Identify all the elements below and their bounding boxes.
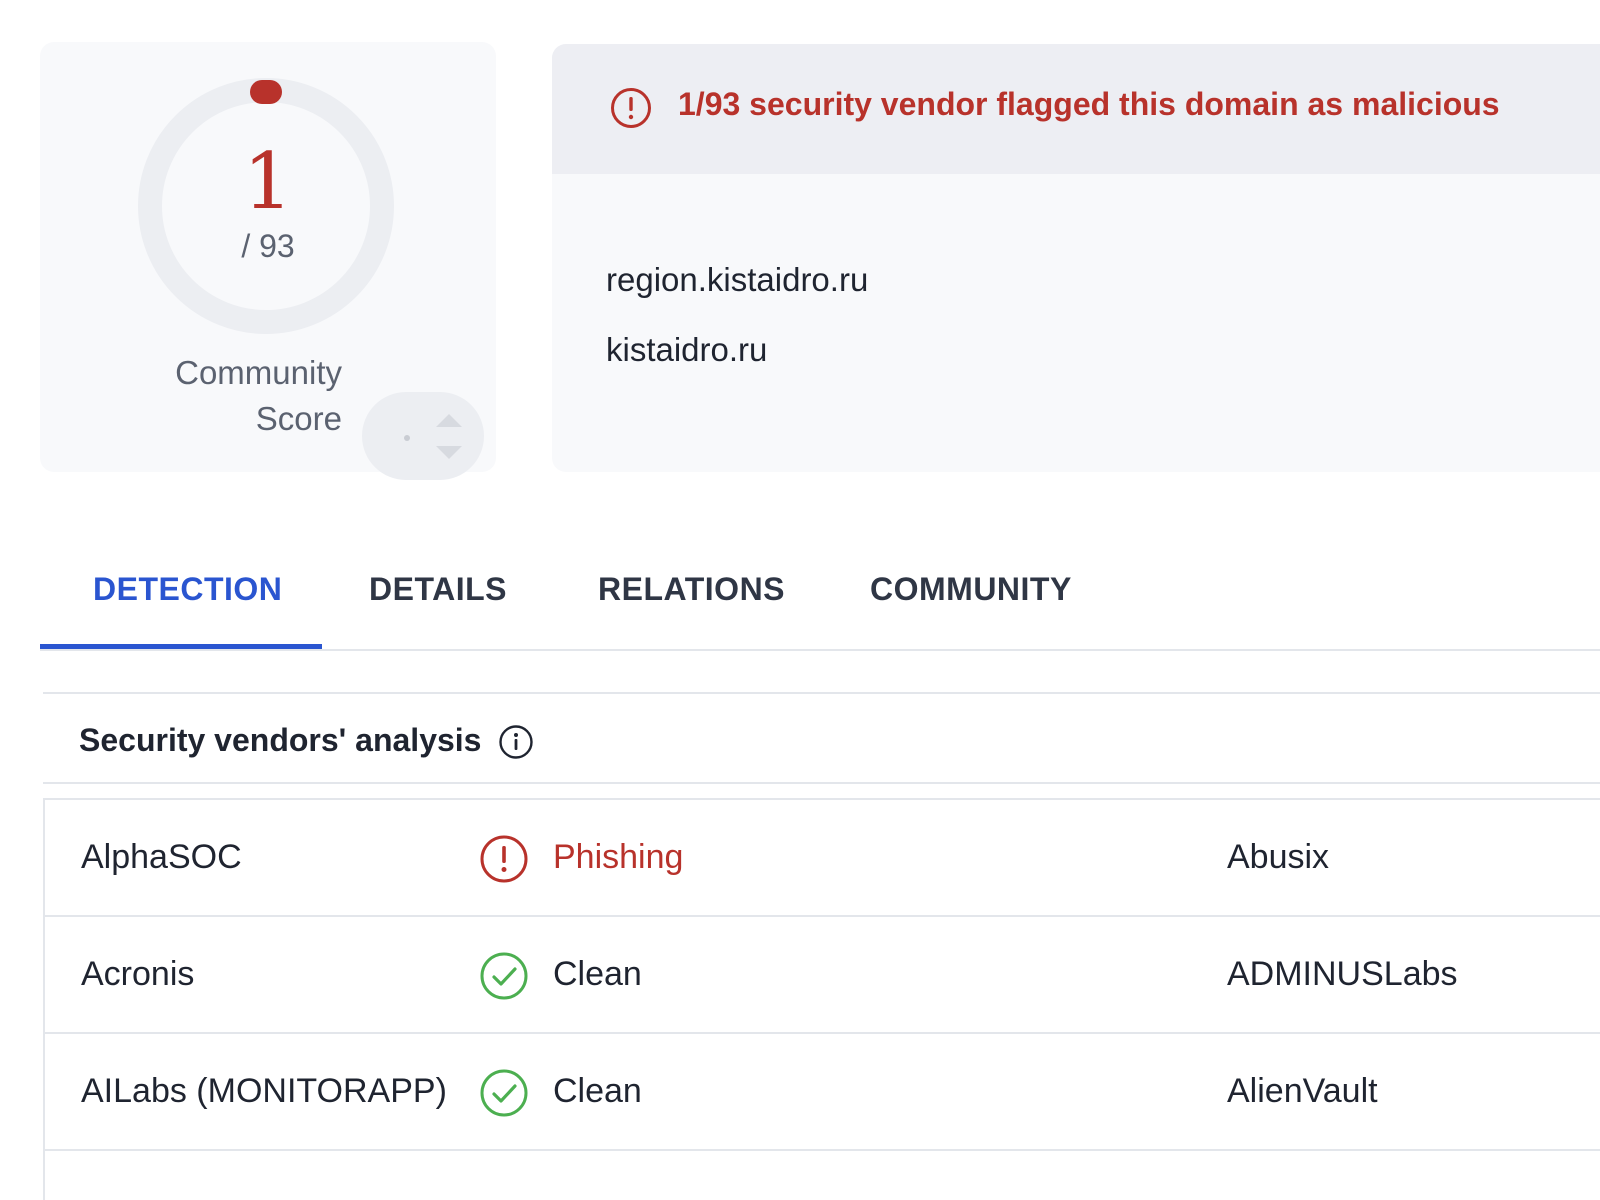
- vendors-analysis-header: Security vendors' analysis: [43, 692, 1600, 784]
- table-row: AlphaSOC Phishing Abusix: [45, 800, 1600, 917]
- check-circle-icon: [480, 1069, 528, 1117]
- community-vote-control[interactable]: [362, 392, 484, 480]
- section-title: Security vendors' analysis: [79, 722, 482, 758]
- malicious-banner: 1/93 security vendor flagged this domain…: [552, 44, 1600, 174]
- vendor-results-table: AlphaSOC Phishing Abusix Acronis Clean A…: [43, 798, 1600, 1200]
- upvote-icon[interactable]: [436, 414, 462, 427]
- community-score-label: Community Score: [175, 354, 342, 437]
- vendor-name: Abusix: [1227, 838, 1330, 876]
- tab-bar: DETECTION DETAILS RELATIONS COMMUNITY: [40, 555, 1600, 651]
- tab-community[interactable]: COMMUNITY: [870, 571, 1072, 608]
- tab-details[interactable]: DETAILS: [369, 571, 507, 608]
- vendor-name: Acronis: [81, 955, 195, 993]
- downvote-icon[interactable]: [436, 446, 462, 459]
- community-score-dot-icon: [404, 435, 410, 441]
- alert-circle-icon: [480, 835, 528, 883]
- alert-circle-icon: [611, 88, 651, 128]
- vendor-result: Phishing: [553, 838, 684, 876]
- tab-detection[interactable]: DETECTION: [93, 571, 282, 608]
- domain-info-card: 1/93 security vendor flagged this domain…: [552, 44, 1600, 472]
- parent-domain-link[interactable]: kistaidro.ru: [606, 331, 767, 369]
- detection-count: 1: [243, 137, 293, 227]
- check-circle-icon: [480, 952, 528, 1000]
- vendor-name: AILabs (MONITORAPP): [81, 1072, 447, 1110]
- vendor-name: AlienVault: [1227, 1072, 1378, 1110]
- info-icon[interactable]: [498, 724, 534, 760]
- domain-link[interactable]: region.kistaidro.ru: [606, 261, 868, 299]
- vendor-name: ADMINUSLabs: [1227, 955, 1458, 993]
- active-tab-indicator: [40, 644, 322, 649]
- vendor-name: AlphaSOC: [81, 838, 242, 876]
- table-row: Acronis Clean ADMINUSLabs: [45, 917, 1600, 1034]
- malicious-banner-text: 1/93 security vendor flagged this domain…: [678, 86, 1500, 122]
- detection-total: / 93: [241, 228, 295, 264]
- tab-relations[interactable]: RELATIONS: [598, 571, 785, 608]
- detection-score-card: 1 / 93 Community Score: [40, 42, 496, 480]
- vendor-result: Clean: [553, 1072, 642, 1110]
- vendor-result: Clean: [553, 955, 642, 993]
- table-row: AILabs (MONITORAPP) Clean AlienVault: [45, 1034, 1600, 1151]
